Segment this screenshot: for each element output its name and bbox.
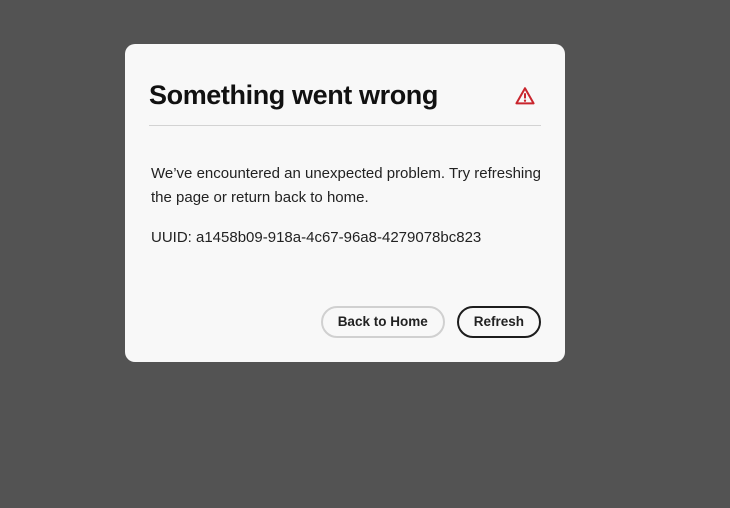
error-uuid: UUID: a1458b09-918a-4c67-96a8-4279078bc8… — [151, 229, 482, 246]
dialog-header: Something went wrong — [149, 77, 541, 126]
dialog-actions: Back to Home Refresh — [320, 306, 541, 338]
dialog-title: Something went wrong — [149, 80, 438, 110]
alert-triangle-icon — [515, 86, 535, 106]
error-message: We’ve encountered an unexpected problem.… — [151, 165, 541, 206]
refresh-button[interactable]: Refresh — [456, 306, 541, 338]
error-dialog: Something went wrong We’ve encountered a… — [125, 44, 565, 362]
back-to-home-button[interactable]: Back to Home — [320, 306, 445, 338]
